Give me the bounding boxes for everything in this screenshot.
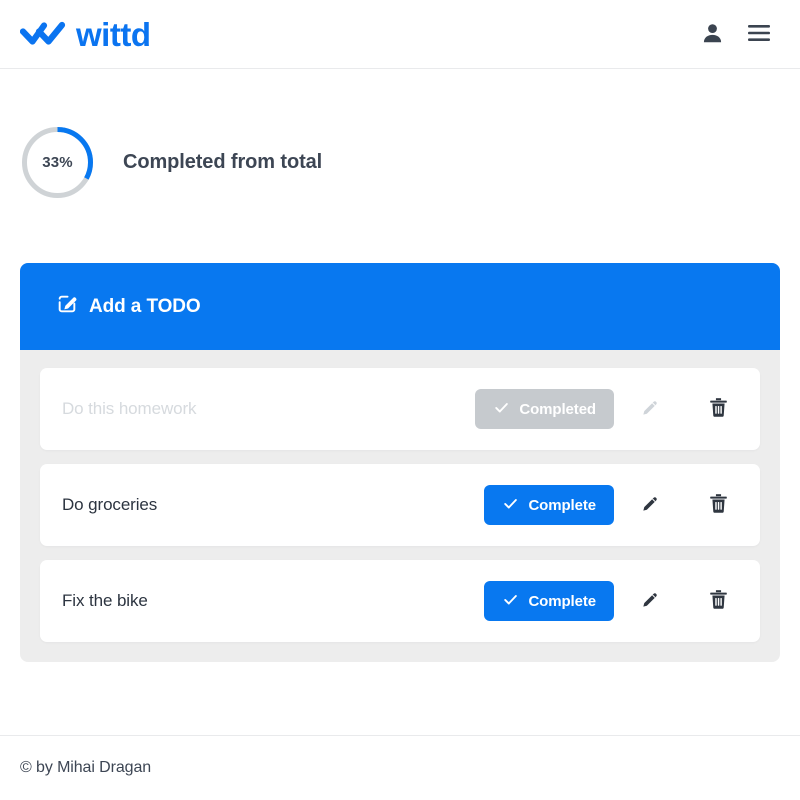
pencil-icon (640, 494, 660, 517)
todo-row: Fix the bike Complete (40, 560, 760, 642)
complete-button[interactable]: Complete (484, 485, 614, 525)
progress-percent-label: 33% (42, 154, 73, 171)
hamburger-menu-icon (748, 24, 770, 45)
delete-todo-button[interactable] (696, 389, 740, 429)
progress-summary: 33% Completed from total (20, 125, 322, 200)
trash-icon (709, 397, 728, 421)
todo-panel: Add a TODO Do this homework Completed Do g… (20, 263, 780, 662)
todo-title: Fix the bike (62, 591, 148, 610)
double-check-logo-icon (19, 16, 66, 53)
add-todo-label: Add a TODO (89, 295, 201, 317)
edit-todo-button[interactable] (628, 581, 672, 621)
edit-todo-button[interactable] (628, 389, 672, 429)
menu-button[interactable] (746, 22, 772, 47)
footer-credit: © by Mihai Dragan (20, 759, 152, 776)
trash-icon (709, 589, 728, 613)
app-root: wittd 33% Completed from total Add a TOD… (0, 0, 800, 800)
check-icon (502, 495, 519, 516)
todo-title: Do groceries (62, 495, 158, 514)
delete-todo-button[interactable] (696, 581, 740, 621)
complete-button-label: Complete (528, 496, 596, 514)
progress-caption: Completed from total (123, 151, 323, 173)
edit-todo-button[interactable] (628, 485, 672, 525)
trash-icon (709, 493, 728, 517)
todo-row: Do groceries Complete (40, 464, 760, 546)
completed-status-button[interactable]: Completed (475, 389, 614, 429)
brand-name: wittd (76, 15, 151, 53)
todo-title: Do this homework (62, 399, 197, 418)
todo-list: Do this homework Completed Do groceries Com… (20, 350, 780, 662)
pencil-icon (640, 398, 660, 421)
progress-ring: 33% (20, 125, 95, 200)
person-icon (703, 23, 722, 46)
add-todo-button[interactable]: Add a TODO (20, 263, 780, 350)
brand-logo-link[interactable]: wittd (19, 15, 151, 53)
check-icon (502, 591, 519, 612)
compose-edit-icon (56, 293, 78, 320)
complete-button[interactable]: Complete (484, 581, 614, 621)
app-footer: © by Mihai Dragan (0, 735, 800, 800)
check-icon (493, 399, 510, 420)
app-header: wittd (0, 0, 800, 69)
pencil-icon (640, 590, 660, 613)
complete-button-label: Completed (519, 400, 596, 418)
todo-row: Do this homework Completed (40, 368, 760, 450)
account-button[interactable] (701, 21, 724, 48)
complete-button-label: Complete (528, 592, 596, 610)
delete-todo-button[interactable] (696, 485, 740, 525)
header-actions (701, 21, 780, 48)
